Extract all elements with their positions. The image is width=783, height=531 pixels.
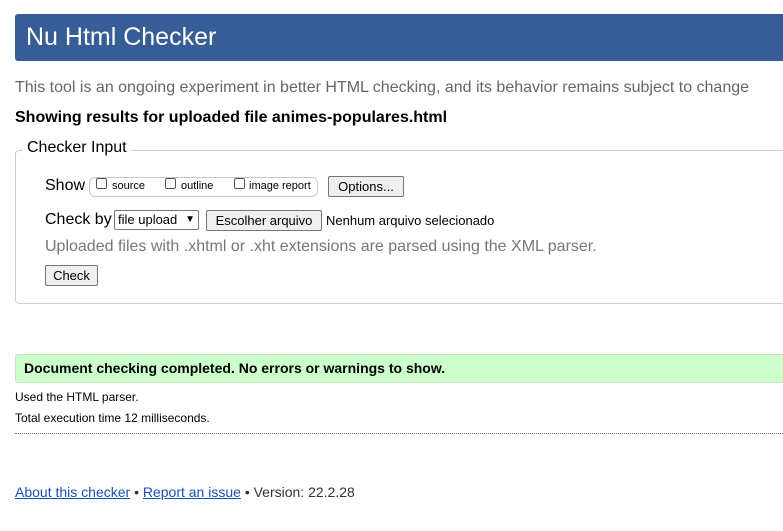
image-report-checkbox[interactable] — [234, 178, 245, 189]
results-heading: Showing results for uploaded file animes… — [15, 109, 448, 126]
divider — [15, 433, 783, 434]
footer-separator: • — [244, 484, 250, 500]
footer: About this checker • Report an issue • V… — [15, 484, 355, 500]
check-by-label: Check by — [45, 211, 112, 228]
outline-checkbox-label[interactable]: outline — [181, 180, 213, 192]
execution-time: Total execution time 12 milliseconds. — [15, 411, 210, 425]
source-checkbox-label[interactable]: source — [112, 180, 145, 192]
check-button[interactable]: Check — [45, 265, 98, 286]
xml-parser-note: Uploaded files with .xhtml or .xht exten… — [45, 238, 597, 255]
check-by-selected-value: file upload — [118, 212, 178, 227]
page-title: Nu Html Checker — [26, 23, 217, 51]
footer-separator: • — [134, 484, 139, 500]
no-file-selected-text: Nenhum arquivo selecionado — [326, 213, 495, 228]
source-checkbox[interactable] — [96, 178, 107, 189]
success-message: Document checking completed. No errors o… — [15, 354, 783, 383]
checker-input-legend: Checker Input — [23, 139, 131, 157]
version-text: Version: 22.2.28 — [253, 484, 355, 500]
options-button[interactable]: Options... — [328, 176, 404, 197]
show-label: Show — [45, 177, 86, 194]
check-by-select[interactable]: file upload ▼ — [114, 210, 199, 230]
image-report-checkbox-label[interactable]: image report — [249, 180, 311, 192]
report-issue-link[interactable]: Report an issue — [143, 484, 241, 500]
about-checker-link[interactable]: About this checker — [15, 484, 130, 500]
outline-checkbox[interactable] — [165, 178, 176, 189]
chevron-down-icon: ▼ — [185, 214, 195, 225]
parser-info: Used the HTML parser. — [15, 390, 139, 404]
page-header: Nu Html Checker — [15, 14, 783, 61]
tagline: This tool is an ongoing experiment in be… — [15, 79, 750, 96]
choose-file-button[interactable]: Escolher arquivo — [206, 210, 322, 231]
